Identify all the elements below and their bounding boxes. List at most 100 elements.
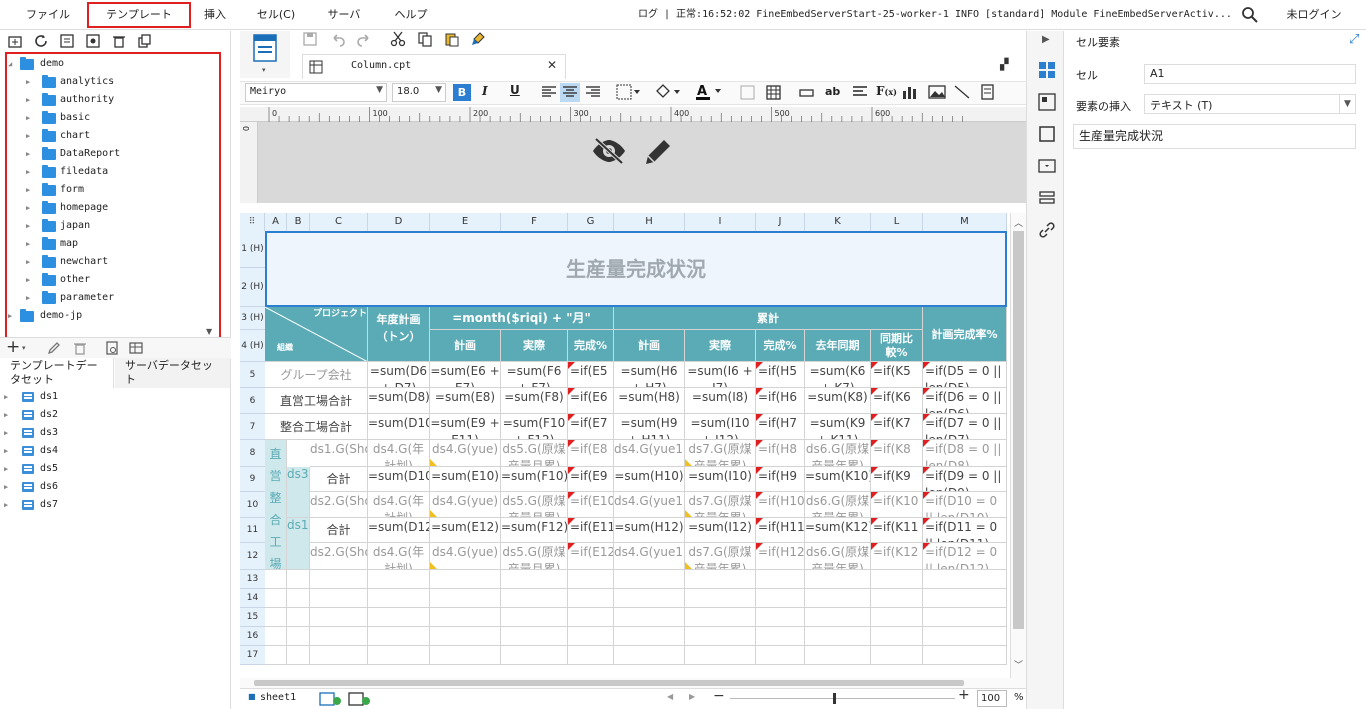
dataset-cell[interactable]: ds4.G(yue) <box>430 543 501 570</box>
collapsed-arrow-icon[interactable]: ▶ <box>26 91 30 109</box>
table-icon[interactable] <box>766 85 782 101</box>
empty-cell[interactable] <box>310 608 368 627</box>
add-dataset-icon[interactable]: + <box>6 337 20 357</box>
border-icon[interactable] <box>616 84 642 100</box>
tree-item-chart[interactable]: ▶ chart <box>8 127 208 145</box>
style-icon[interactable] <box>1038 125 1056 143</box>
formula-cell[interactable]: =if(K7 <box>871 414 923 440</box>
formula-cell[interactable]: =if(H11 <box>756 518 805 543</box>
formula-cell[interactable]: =sum(D6 + D7) <box>368 362 430 388</box>
empty-cell[interactable] <box>568 646 614 665</box>
empty-cell[interactable] <box>805 589 871 608</box>
empty-cell[interactable] <box>501 646 568 665</box>
empty-cell[interactable] <box>568 627 614 646</box>
formula-cell[interactable]: =if(H12 <box>756 543 805 570</box>
row-header[interactable]: 15 <box>240 608 265 627</box>
empty-cell[interactable] <box>614 646 685 665</box>
sub-header[interactable]: 完成% <box>756 330 805 362</box>
row-header[interactable]: 17 <box>240 646 265 665</box>
yoy-header[interactable]: 同期比較% <box>871 330 923 362</box>
dataset-cell[interactable]: ds4.G(yue) <box>430 440 501 467</box>
tree-item-other[interactable]: ▶ other <box>8 271 208 289</box>
sub-header[interactable]: 計画 <box>614 330 685 362</box>
empty-cell[interactable] <box>614 608 685 627</box>
label-cell[interactable]: 合計 <box>310 467 368 492</box>
hidden-eye-icon[interactable] <box>591 135 627 167</box>
row-header[interactable]: 8 <box>240 440 265 467</box>
row-header[interactable]: 4 (H) <box>240 330 265 362</box>
dataset-cell[interactable]: ds5.G(原煤产量月累) <box>501 543 568 570</box>
spreadsheet-grid[interactable]: ⠿ ABCDEFGHIJKLM 1 (H) 2 (H) 3 (H) 4 (H) 5 6 7 8… <box>240 213 1010 678</box>
save-icon[interactable] <box>302 31 320 49</box>
collapsed-arrow-icon[interactable]: ▶ <box>26 163 30 181</box>
column-header-i[interactable]: I <box>685 213 756 231</box>
formula-cell[interactable]: =sum(F10 + F12) <box>501 414 568 440</box>
refresh-icon[interactable] <box>33 33 51 51</box>
merged-org-cell[interactable]: 直営整合工場 <box>265 440 287 570</box>
empty-cell[interactable] <box>310 589 368 608</box>
collapsed-arrow-icon[interactable]: ▶ <box>26 217 30 235</box>
formula-cell[interactable]: =if(E8 <box>568 440 614 467</box>
column-header-d[interactable]: D <box>368 213 430 231</box>
formula-cell[interactable]: =sum(F10) <box>501 467 568 492</box>
zoom-in-icon[interactable]: + <box>958 687 970 703</box>
align-center-icon[interactable] <box>560 83 580 102</box>
empty-cell[interactable] <box>568 608 614 627</box>
sub-header[interactable]: 実際 <box>501 330 568 362</box>
tree-item-authority[interactable]: ▶ authority <box>8 91 208 109</box>
row-header[interactable]: 13 <box>240 570 265 589</box>
dataset-grid-icon[interactable] <box>128 340 146 358</box>
formula-cell[interactable]: =sum(F8) <box>501 388 568 414</box>
cumulative-header[interactable]: 累計 <box>614 307 923 330</box>
dataset-item-ds7[interactable]: ▶ ds7 <box>4 496 204 514</box>
italic-button[interactable]: I <box>482 84 488 98</box>
empty-cell[interactable] <box>368 627 430 646</box>
copy-icon[interactable] <box>417 31 435 49</box>
empty-cell[interactable] <box>756 646 805 665</box>
tree-item-homepage[interactable]: ▶ homepage <box>8 199 208 217</box>
sub-header[interactable]: 完成% <box>568 330 614 362</box>
empty-cell[interactable] <box>871 627 923 646</box>
tree-item-analytics[interactable]: ▶ analytics <box>8 73 208 91</box>
menu-help[interactable]: ヘルプ <box>382 0 440 30</box>
horizontal-scrollbar[interactable] <box>240 678 1026 688</box>
title-cell[interactable]: 生産量完成状況 <box>265 231 1007 307</box>
sub-report-icon[interactable] <box>980 84 996 100</box>
formula-cell[interactable]: =sum(K10) <box>805 467 871 492</box>
dataset-cell[interactable]: ds7.G(原煤产量年累) <box>685 543 756 570</box>
row-header[interactable]: 5 <box>240 362 265 388</box>
empty-cell[interactable] <box>685 570 756 589</box>
tree-item-parameter[interactable]: ▶ parameter <box>8 289 208 307</box>
formula-cell[interactable]: =sum(F6 + F7) <box>501 362 568 388</box>
empty-cell[interactable] <box>265 608 287 627</box>
empty-cell[interactable] <box>923 589 1007 608</box>
cell-element-icon[interactable] <box>1038 61 1056 79</box>
empty-cell[interactable] <box>871 608 923 627</box>
delete-icon[interactable] <box>72 340 90 358</box>
merge-icon[interactable] <box>799 89 815 97</box>
template-info-icon[interactable] <box>59 33 77 51</box>
empty-cell[interactable] <box>430 627 501 646</box>
row-header[interactable]: 10 <box>240 492 265 518</box>
empty-cell[interactable] <box>265 570 287 589</box>
formula-cell[interactable]: =sum(D10) <box>368 414 430 440</box>
empty-cell[interactable] <box>287 570 310 589</box>
next-sheet-icon[interactable]: ▶ <box>689 692 695 701</box>
settings-icon[interactable] <box>85 33 103 51</box>
formula-cell[interactable]: =if(E9 <box>568 467 614 492</box>
collapsed-arrow-icon[interactable]: ▶ <box>26 73 30 91</box>
formula-cell[interactable]: =sum(D8) <box>368 388 430 414</box>
redo-icon[interactable] <box>356 31 374 49</box>
empty-cell[interactable] <box>368 570 430 589</box>
collapsed-arrow-icon[interactable]: ▶ <box>26 181 30 199</box>
row-header[interactable]: 14 <box>240 589 265 608</box>
add-form-sheet-icon[interactable] <box>348 692 372 706</box>
tab-server-dataset[interactable]: サーバデータセット <box>115 358 230 388</box>
formula-cell[interactable]: =sum(H6 + H7) <box>614 362 685 388</box>
formula-cell[interactable]: =if(D11 = 0 || len(D11) <box>923 518 1007 543</box>
collapsed-arrow-icon[interactable]: ▶ <box>26 127 30 145</box>
cut-icon[interactable] <box>390 31 408 49</box>
empty-cell[interactable] <box>871 570 923 589</box>
rich-text-icon[interactable] <box>852 85 868 99</box>
menu-file[interactable]: ファイル <box>10 0 86 30</box>
